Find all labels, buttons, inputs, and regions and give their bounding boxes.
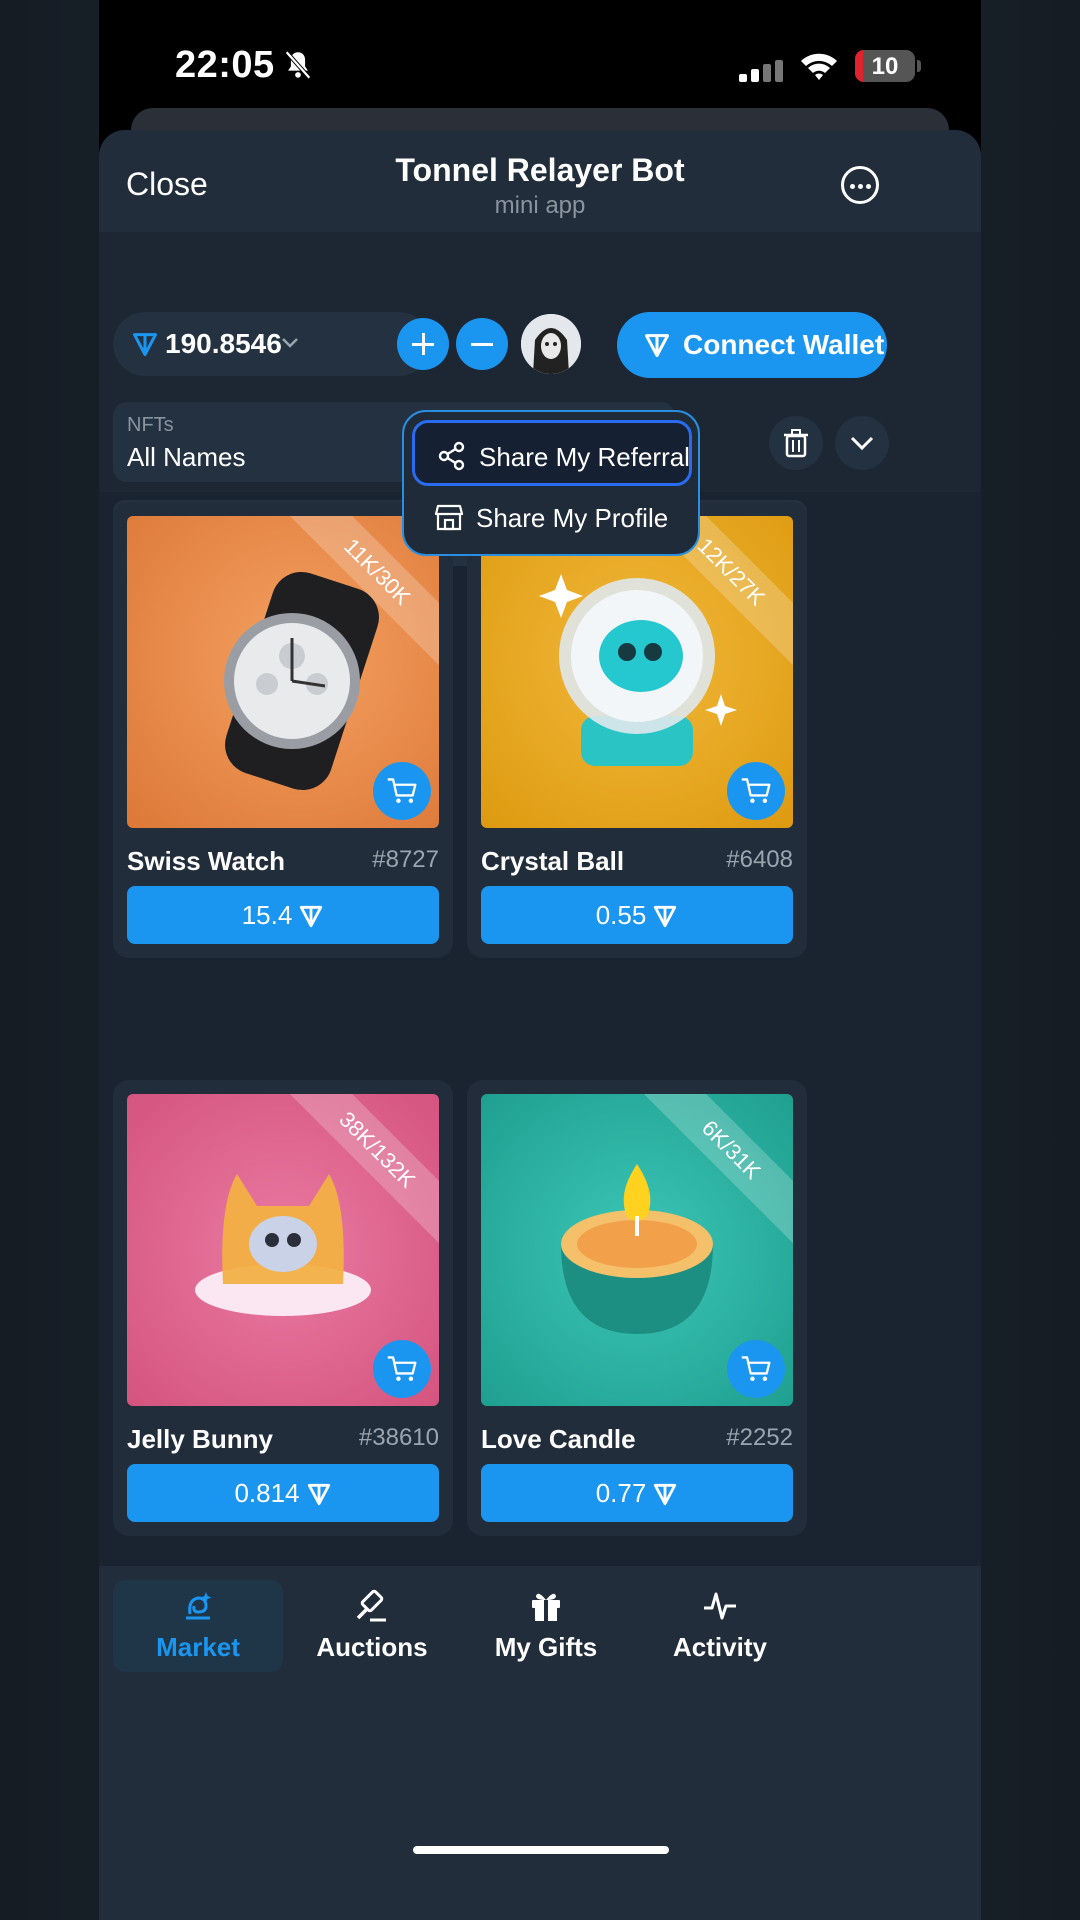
share-menu: Share My Referral Share My Profile bbox=[402, 410, 700, 556]
nft-image-swiss-watch: 11K/30K bbox=[127, 516, 439, 828]
more-options-button[interactable] bbox=[841, 166, 879, 204]
filter-label: NFTs bbox=[127, 414, 174, 436]
buy-button[interactable]: 15.4 bbox=[127, 886, 439, 944]
add-to-cart-button[interactable] bbox=[373, 1340, 431, 1398]
mini-app-sheet: Close Tonnel Relayer Bot mini app 190.85… bbox=[99, 130, 981, 1920]
nft-card[interactable]: 6K/31K Love Candle #2252 0.77 bbox=[467, 1080, 807, 1536]
avatar-image bbox=[521, 314, 581, 374]
gavel-icon bbox=[356, 1589, 386, 1622]
nft-card[interactable]: 11K/30K Swiss Watch #8727 15.4 bbox=[113, 502, 453, 958]
price: 0.55 bbox=[595, 900, 647, 930]
price: 0.814 bbox=[234, 1478, 300, 1508]
nav-market[interactable]: Market bbox=[113, 1580, 283, 1672]
nav-auctions[interactable]: Auctions bbox=[287, 1580, 457, 1672]
dot-icon bbox=[850, 184, 855, 189]
share-profile-item[interactable]: Share My Profile bbox=[412, 484, 692, 550]
nft-name: Jelly Bunny bbox=[127, 1424, 273, 1454]
withdraw-button[interactable] bbox=[456, 318, 508, 370]
menu-item-label: Share My Referral bbox=[479, 442, 690, 472]
phone-screen: 22:05 10 Close Tonnel Relayer Bot mini a… bbox=[99, 0, 981, 1920]
ton-icon bbox=[644, 334, 670, 358]
nft-image-love-candle: 6K/31K bbox=[481, 1094, 793, 1406]
gift-icon bbox=[532, 1593, 560, 1621]
cart-icon bbox=[741, 778, 771, 803]
nft-image-crystal-ball: 12K/27K bbox=[481, 516, 793, 828]
clear-filter-button[interactable] bbox=[769, 416, 823, 470]
nft-name: Swiss Watch bbox=[127, 846, 285, 876]
dot-icon bbox=[858, 184, 863, 189]
cart-icon bbox=[387, 1356, 417, 1381]
battery-icon: 10 bbox=[855, 50, 915, 82]
avatar[interactable] bbox=[521, 314, 581, 374]
nav-label: Activity bbox=[673, 1632, 767, 1662]
ton-icon bbox=[307, 1483, 330, 1506]
balance-value: 190.8546 bbox=[165, 328, 282, 359]
status-bar: 22:05 10 bbox=[99, 0, 981, 110]
nft-card[interactable]: 12K/27K Crystal Ball #6408 0.55 bbox=[467, 502, 807, 958]
bell-off-icon bbox=[285, 50, 311, 80]
home-indicator bbox=[413, 1846, 669, 1854]
add-to-cart-button[interactable] bbox=[373, 762, 431, 820]
expand-filters-button[interactable] bbox=[835, 416, 889, 470]
price: 15.4 bbox=[241, 900, 293, 930]
nft-name: Love Candle bbox=[481, 1424, 636, 1454]
chevron-down-icon bbox=[282, 338, 298, 348]
add-to-cart-button[interactable] bbox=[727, 1340, 785, 1398]
dot-icon bbox=[866, 184, 871, 189]
wifi-icon bbox=[801, 53, 837, 80]
store-icon bbox=[434, 504, 464, 531]
nft-card[interactable]: 38K/132K Jelly Bunny #38610 0.814 bbox=[113, 1080, 453, 1536]
balance-selector[interactable]: 190.8546 bbox=[113, 312, 431, 376]
share-icon bbox=[438, 441, 465, 471]
market-icon bbox=[186, 1592, 212, 1620]
nav-label: My Gifts bbox=[494, 1632, 598, 1662]
plus-icon-vertical bbox=[422, 333, 425, 355]
nav-label: Market bbox=[156, 1632, 240, 1662]
price: 0.77 bbox=[595, 1478, 647, 1508]
bottom-nav: Market Auctions My Gifts Activity bbox=[99, 1566, 981, 1920]
ton-icon bbox=[654, 1483, 677, 1506]
nft-number: #8727 bbox=[372, 846, 439, 873]
cart-icon bbox=[741, 1356, 771, 1381]
ton-icon bbox=[654, 905, 677, 928]
nft-name: Crystal Ball bbox=[481, 846, 625, 876]
trash-icon bbox=[784, 429, 808, 458]
buy-button[interactable]: 0.55 bbox=[481, 886, 793, 944]
nav-my-gifts[interactable]: My Gifts bbox=[461, 1580, 631, 1672]
ton-icon bbox=[300, 905, 323, 928]
share-referral-item[interactable]: Share My Referral bbox=[412, 420, 692, 486]
battery-tip bbox=[917, 60, 921, 72]
battery-level: 10 bbox=[871, 53, 899, 80]
cart-icon bbox=[387, 778, 417, 803]
signal-icon bbox=[739, 60, 783, 82]
activity-icon bbox=[704, 1592, 736, 1620]
deposit-button[interactable] bbox=[397, 318, 449, 370]
add-to-cart-button[interactable] bbox=[727, 762, 785, 820]
status-time: 22:05 bbox=[175, 44, 275, 86]
minus-icon bbox=[471, 343, 493, 346]
menu-item-label: Share My Profile bbox=[476, 503, 669, 533]
nav-activity[interactable]: Activity bbox=[635, 1580, 805, 1672]
chevron-down-icon bbox=[850, 436, 874, 451]
ton-icon bbox=[132, 333, 158, 357]
filter-value: All Names bbox=[127, 442, 246, 472]
connect-wallet-button[interactable]: Connect Wallet bbox=[617, 312, 887, 378]
nft-number: #38610 bbox=[358, 1424, 439, 1451]
app-header: Close Tonnel Relayer Bot mini app bbox=[99, 130, 981, 232]
nft-image-jelly-bunny: 38K/132K bbox=[127, 1094, 439, 1406]
nft-number: #2252 bbox=[726, 1424, 793, 1451]
buy-button[interactable]: 0.814 bbox=[127, 1464, 439, 1522]
nft-number: #6408 bbox=[726, 846, 793, 873]
buy-button[interactable]: 0.77 bbox=[481, 1464, 793, 1522]
connect-wallet-label: Connect Wallet bbox=[683, 329, 885, 360]
nav-label: Auctions bbox=[316, 1632, 428, 1662]
